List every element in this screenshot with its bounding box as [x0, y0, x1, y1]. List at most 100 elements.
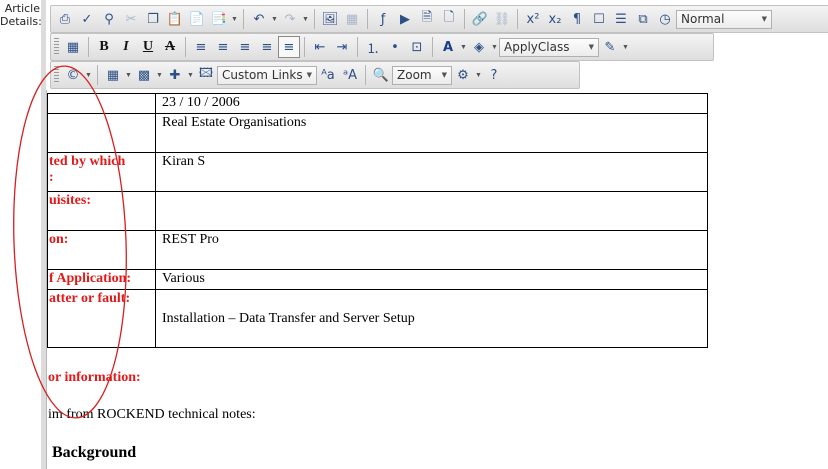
- copy-icon[interactable]: ❐: [142, 8, 164, 30]
- table-label-cell[interactable]: ted by which:: [47, 152, 156, 192]
- superscript-icon[interactable]: x²: [522, 8, 544, 30]
- cut-icon[interactable]: ✂: [120, 8, 142, 30]
- font-color-dropdown-arrow[interactable]: ▼: [459, 44, 468, 51]
- zoom-select[interactable]: Zoom ▼: [392, 65, 452, 85]
- clock-icon[interactable]: ◷: [654, 8, 676, 30]
- table-value-cell[interactable]: REST Pro: [155, 230, 708, 270]
- table-icon[interactable]: ▦: [102, 64, 124, 86]
- align-left-icon[interactable]: ≡: [190, 36, 212, 58]
- paste-text-icon[interactable]: 📄: [186, 8, 208, 30]
- apply-class-select[interactable]: ApplyClass ▼: [499, 37, 599, 57]
- paragraph-format-select[interactable]: Normal ▼: [676, 9, 772, 29]
- toolbar-separator: [365, 65, 366, 85]
- paste-icon[interactable]: 📋: [164, 8, 186, 30]
- underline-icon[interactable]: U: [137, 36, 159, 58]
- format-stripper-dropdown-arrow[interactable]: ▼: [621, 44, 630, 51]
- image-icon[interactable]: 🖼: [319, 8, 341, 30]
- table-value-cell[interactable]: Various: [155, 269, 708, 290]
- video-icon[interactable]: ▶: [394, 8, 416, 30]
- outdent-icon[interactable]: ⇤: [309, 36, 331, 58]
- table-label-cell[interactable]: atter or fault:: [47, 289, 156, 348]
- table-options-icon[interactable]: ▩: [133, 64, 155, 86]
- spellcheck-icon[interactable]: ✓: [76, 8, 98, 30]
- find-icon[interactable]: ⚲: [98, 8, 120, 30]
- bulleted-list-icon[interactable]: •: [384, 36, 406, 58]
- table-value-cell[interactable]: 23 / 10 / 2006: [155, 93, 708, 114]
- symbol-icon[interactable]: ©: [62, 64, 84, 86]
- justify-icon[interactable]: ≡: [256, 36, 278, 58]
- format-stripper-icon[interactable]: ✎: [599, 36, 621, 58]
- background-color-dropdown-arrow[interactable]: ▼: [490, 44, 499, 51]
- toolbar-grip-handle[interactable]: [54, 38, 59, 56]
- decrease-size-icon[interactable]: ᴬa: [317, 64, 339, 86]
- increase-size-icon[interactable]: ᵃA: [339, 64, 361, 86]
- toolbar-separator: [304, 37, 305, 57]
- document-manager-icon[interactable]: 🗎: [416, 8, 438, 30]
- hyperlink-icon[interactable]: 🔗: [469, 8, 491, 30]
- flash-icon[interactable]: ƒ: [372, 8, 394, 30]
- table-row: 23 / 10 / 2006: [47, 93, 708, 114]
- numbered-list-icon[interactable]: ⒈: [362, 36, 384, 58]
- label-line: :: [49, 170, 54, 185]
- zoom-icon[interactable]: 🔍: [370, 64, 392, 86]
- custom-links-select[interactable]: Custom Links ▼: [217, 65, 317, 85]
- symbol-dropdown-arrow[interactable]: ▼: [84, 72, 93, 79]
- table-label-cell[interactable]: on:: [47, 230, 156, 270]
- further-information-heading: or information:: [48, 370, 141, 385]
- table-label-cell[interactable]: f Application:: [47, 269, 156, 290]
- toolbar-separator: [432, 37, 433, 57]
- table-options-dropdown-arrow[interactable]: ▼: [155, 72, 164, 79]
- editor-toolbar-area: ⎙ ✓ ⚲ ✂ ❐ 📋 📄 📑 ▼ ↶ ▼ ↷ ▼ 🖼 ▦ ƒ ▶ 🗎 🗋 🔗 ⛓ x² x₂ ¶ ☐ ☰ ⧉ ◷ Normal ▼ ▦ B…: [46, 0, 828, 90]
- table-value-cell[interactable]: Kiran S: [155, 152, 708, 192]
- undo-dropdown-arrow[interactable]: ▼: [270, 16, 279, 23]
- article-label-line1: Article: [4, 2, 40, 15]
- media-icon[interactable]: ▦: [341, 8, 363, 30]
- italic-icon[interactable]: I: [115, 36, 137, 58]
- background-color-icon[interactable]: ◈: [468, 36, 490, 58]
- table-row: atter or fault: Installation – Data Trans…: [47, 289, 708, 348]
- insert-table-row-icon[interactable]: ✚: [164, 64, 186, 86]
- remove-alignment-icon[interactable]: ≡: [278, 36, 300, 58]
- chevron-down-icon: ▼: [441, 71, 447, 79]
- module-manager-dropdown-arrow[interactable]: ▼: [474, 72, 483, 79]
- form-element-icon[interactable]: ☐: [588, 8, 610, 30]
- table-label-cell[interactable]: [47, 93, 156, 114]
- template-icon[interactable]: 🗋: [438, 8, 460, 30]
- article-details-label: Article Details:: [0, 0, 42, 30]
- remove-link-icon[interactable]: ⛓: [491, 8, 513, 30]
- snippet-icon[interactable]: ⧉: [632, 8, 654, 30]
- subscript-icon[interactable]: x₂: [544, 8, 566, 30]
- table-label-cell[interactable]: uisites:: [47, 191, 156, 231]
- toggle-borders-icon[interactable]: ▦: [62, 36, 84, 58]
- print-icon[interactable]: ⎙: [54, 8, 76, 30]
- insert-paragraph-icon[interactable]: ¶: [566, 8, 588, 30]
- toolbar-separator: [517, 9, 518, 29]
- paste-special-icon[interactable]: 📑: [208, 8, 230, 30]
- align-center-icon[interactable]: ≡: [212, 36, 234, 58]
- table-dropdown-arrow[interactable]: ▼: [124, 72, 133, 79]
- insert-table-row-dropdown-arrow[interactable]: ▼: [186, 72, 195, 79]
- html-mode-icon[interactable]: ⊡: [406, 36, 428, 58]
- toolbar-grip-handle[interactable]: [54, 66, 59, 84]
- redo-icon[interactable]: ↷: [279, 8, 301, 30]
- image-map-icon[interactable]: 🖾: [195, 64, 217, 86]
- undo-icon[interactable]: ↶: [248, 8, 270, 30]
- redo-dropdown-arrow[interactable]: ▼: [301, 16, 310, 23]
- toolbar-separator: [97, 65, 98, 85]
- toolbar-separator: [357, 37, 358, 57]
- table-value-cell[interactable]: [155, 191, 708, 231]
- paste-special-dropdown-arrow[interactable]: ▼: [230, 16, 239, 23]
- table-value-cell[interactable]: Installation – Data Transfer and Server …: [155, 289, 708, 348]
- font-color-icon[interactable]: A: [437, 36, 459, 58]
- toolbar-separator: [464, 9, 465, 29]
- bold-icon[interactable]: B: [93, 36, 115, 58]
- strikethrough-icon[interactable]: A: [159, 36, 181, 58]
- table-label-cell[interactable]: [47, 113, 156, 153]
- line-spacing-icon[interactable]: ☰: [610, 8, 632, 30]
- table-value-cell[interactable]: Real Estate Organisations: [155, 113, 708, 153]
- align-right-icon[interactable]: ≡: [234, 36, 256, 58]
- indent-icon[interactable]: ⇥: [331, 36, 353, 58]
- module-manager-icon[interactable]: ⚙: [452, 64, 474, 86]
- technical-notes-text: im from ROCKEND technical notes:: [48, 407, 256, 422]
- help-icon[interactable]: ?: [483, 64, 505, 86]
